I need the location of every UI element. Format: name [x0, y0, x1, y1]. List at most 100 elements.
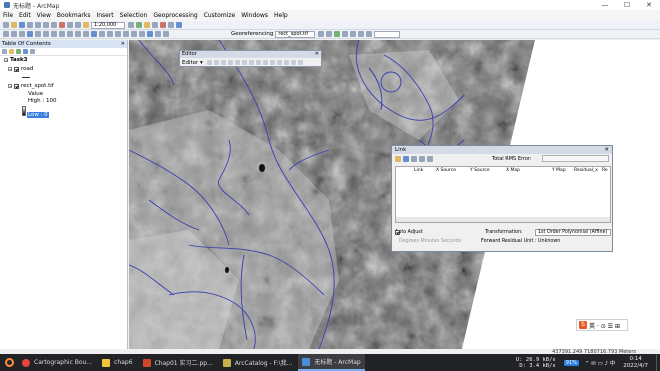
- tray-icons[interactable]: ⌃ ✉ ▭ ♪ 中: [585, 359, 615, 367]
- zoom-in-icon[interactable]: [3, 31, 9, 37]
- fixed-zoom-out-icon[interactable]: [43, 31, 49, 37]
- time-slider-icon[interactable]: [131, 31, 137, 37]
- menu-help[interactable]: Help: [274, 12, 288, 19]
- catalog-icon[interactable]: [144, 22, 150, 28]
- swipe-icon[interactable]: [163, 31, 169, 37]
- collapse-icon[interactable]: −: [8, 67, 12, 72]
- battery-badge[interactable]: 91%: [563, 359, 579, 366]
- col-x-map[interactable]: X Map: [506, 167, 552, 174]
- menu-windows[interactable]: Windows: [241, 12, 268, 19]
- zoom-out-icon[interactable]: [11, 31, 17, 37]
- redo-icon[interactable]: [75, 22, 81, 28]
- close-icon[interactable]: ✕: [315, 51, 319, 58]
- edit-annotation-icon[interactable]: [213, 60, 219, 65]
- python-icon[interactable]: [168, 22, 174, 28]
- paste-icon[interactable]: [51, 22, 57, 28]
- goto-xy-icon[interactable]: [155, 31, 161, 37]
- undo-icon[interactable]: [67, 22, 73, 28]
- reshape-icon[interactable]: [255, 60, 261, 65]
- col-y-map[interactable]: Y Map: [552, 167, 574, 174]
- menu-bookmarks[interactable]: Bookmarks: [57, 12, 91, 19]
- scale-combo[interactable]: 1:20,000: [91, 21, 125, 29]
- zoom-to-link-icon[interactable]: [427, 156, 433, 162]
- toc-icon[interactable]: [136, 22, 142, 28]
- col-x-source[interactable]: X Source: [436, 167, 470, 174]
- copy-icon[interactable]: [43, 22, 49, 28]
- viewer-icon[interactable]: [350, 31, 357, 37]
- view-link-table-icon[interactable]: [342, 31, 349, 37]
- add-data-icon[interactable]: [83, 22, 89, 28]
- editor-menu-button[interactable]: Editor ▾: [182, 60, 203, 66]
- open-links-icon[interactable]: [395, 156, 401, 162]
- sketch-properties-icon[interactable]: [290, 60, 296, 65]
- clock[interactable]: 0:14 2022/4/7: [623, 356, 648, 370]
- edit-tool-icon[interactable]: [206, 60, 212, 65]
- menu-customize[interactable]: Customize: [204, 12, 236, 19]
- select-features-icon[interactable]: [67, 31, 73, 37]
- end-point-arc-icon[interactable]: [227, 60, 233, 65]
- horizontal-scrollbar[interactable]: [396, 217, 610, 222]
- ime-toolbar[interactable]: S 英 · ⊙ ☰ ⊞: [576, 319, 628, 331]
- col-y-source[interactable]: Y Source: [470, 167, 506, 174]
- auto-adjust-checkbox[interactable]: [395, 230, 400, 235]
- find-icon[interactable]: [99, 31, 105, 37]
- straight-segment-icon[interactable]: [220, 60, 226, 65]
- attributes-icon[interactable]: [283, 60, 289, 65]
- flip-icon[interactable]: [366, 31, 373, 37]
- full-extent-icon[interactable]: [27, 31, 33, 37]
- select-elements-icon[interactable]: [83, 31, 89, 37]
- start-button[interactable]: [0, 354, 18, 371]
- clear-selection-icon[interactable]: [75, 31, 81, 37]
- trace-icon[interactable]: [234, 60, 240, 65]
- menu-view[interactable]: View: [37, 12, 51, 19]
- transformation-select[interactable]: 1st Order Polynomial (Affine): [535, 229, 611, 236]
- hyperlink-icon[interactable]: [115, 31, 121, 37]
- rotate-icon[interactable]: [276, 60, 282, 65]
- toc-close-button[interactable]: ✕: [121, 40, 125, 48]
- toc-options-icon[interactable]: [30, 49, 35, 54]
- pan-icon[interactable]: [19, 31, 25, 37]
- georef-layer-combo[interactable]: rect_spot.tif: [275, 30, 316, 38]
- list-by-visibility-icon[interactable]: [16, 49, 21, 54]
- close-button[interactable]: ✕: [638, 0, 660, 10]
- legend-low-label[interactable]: Low : 0: [27, 112, 49, 118]
- menu-geoprocessing[interactable]: Geoprocessing: [153, 12, 197, 19]
- taskbar-item-arccatalog[interactable]: ArcCatalog - F:\我...: [219, 354, 297, 371]
- print-icon[interactable]: [27, 22, 33, 28]
- close-icon[interactable]: ✕: [604, 146, 609, 154]
- back-icon[interactable]: [51, 31, 57, 37]
- save-links-icon[interactable]: [403, 156, 409, 162]
- arctoolbox-icon[interactable]: [160, 22, 166, 28]
- link-window-header[interactable]: Link ✕: [392, 146, 612, 154]
- maximize-button[interactable]: ☐: [616, 0, 638, 10]
- layout-icon[interactable]: [147, 31, 153, 37]
- open-icon[interactable]: [11, 22, 17, 28]
- fixed-zoom-in-icon[interactable]: [35, 31, 41, 37]
- toc-layer-road[interactable]: − road: [8, 66, 33, 72]
- extra-combo[interactable]: [374, 30, 401, 38]
- delete-link-icon[interactable]: [411, 156, 417, 162]
- shift-icon[interactable]: [326, 31, 333, 37]
- collapse-icon[interactable]: −: [4, 58, 8, 63]
- taskbar-item-arcmap[interactable]: 无标题 - ArcMap: [298, 354, 365, 371]
- new-icon[interactable]: [3, 22, 9, 28]
- cut-polygons-icon[interactable]: [262, 60, 268, 65]
- identify-icon[interactable]: [91, 31, 97, 37]
- ime-controls[interactable]: 英 · ⊙ ☰ ⊞: [589, 321, 620, 330]
- link-options-icon[interactable]: [419, 156, 425, 162]
- cut-icon[interactable]: [35, 22, 41, 28]
- col-link[interactable]: Link: [414, 167, 436, 174]
- taskbar-item-chrome[interactable]: Cartographic Bou...: [18, 354, 96, 371]
- show-desktop-button[interactable]: [656, 354, 660, 371]
- taskbar-item-powerpoint[interactable]: Chap01 实习二.pp...: [139, 354, 217, 371]
- list-by-source-icon[interactable]: [9, 49, 14, 54]
- edit-vertices-icon[interactable]: [248, 60, 254, 65]
- editor-toolbar-header[interactable]: Editor ✕: [180, 51, 321, 58]
- link-table[interactable]: Link X Source Y Source X Map Y Map Resid…: [395, 166, 611, 223]
- search-icon[interactable]: [152, 22, 158, 28]
- layer-visibility-checkbox[interactable]: [14, 83, 19, 89]
- list-by-drawing-order-icon[interactable]: [2, 49, 7, 54]
- measure-icon[interactable]: [107, 31, 113, 37]
- collapse-icon[interactable]: −: [8, 84, 12, 89]
- point-icon[interactable]: [241, 60, 247, 65]
